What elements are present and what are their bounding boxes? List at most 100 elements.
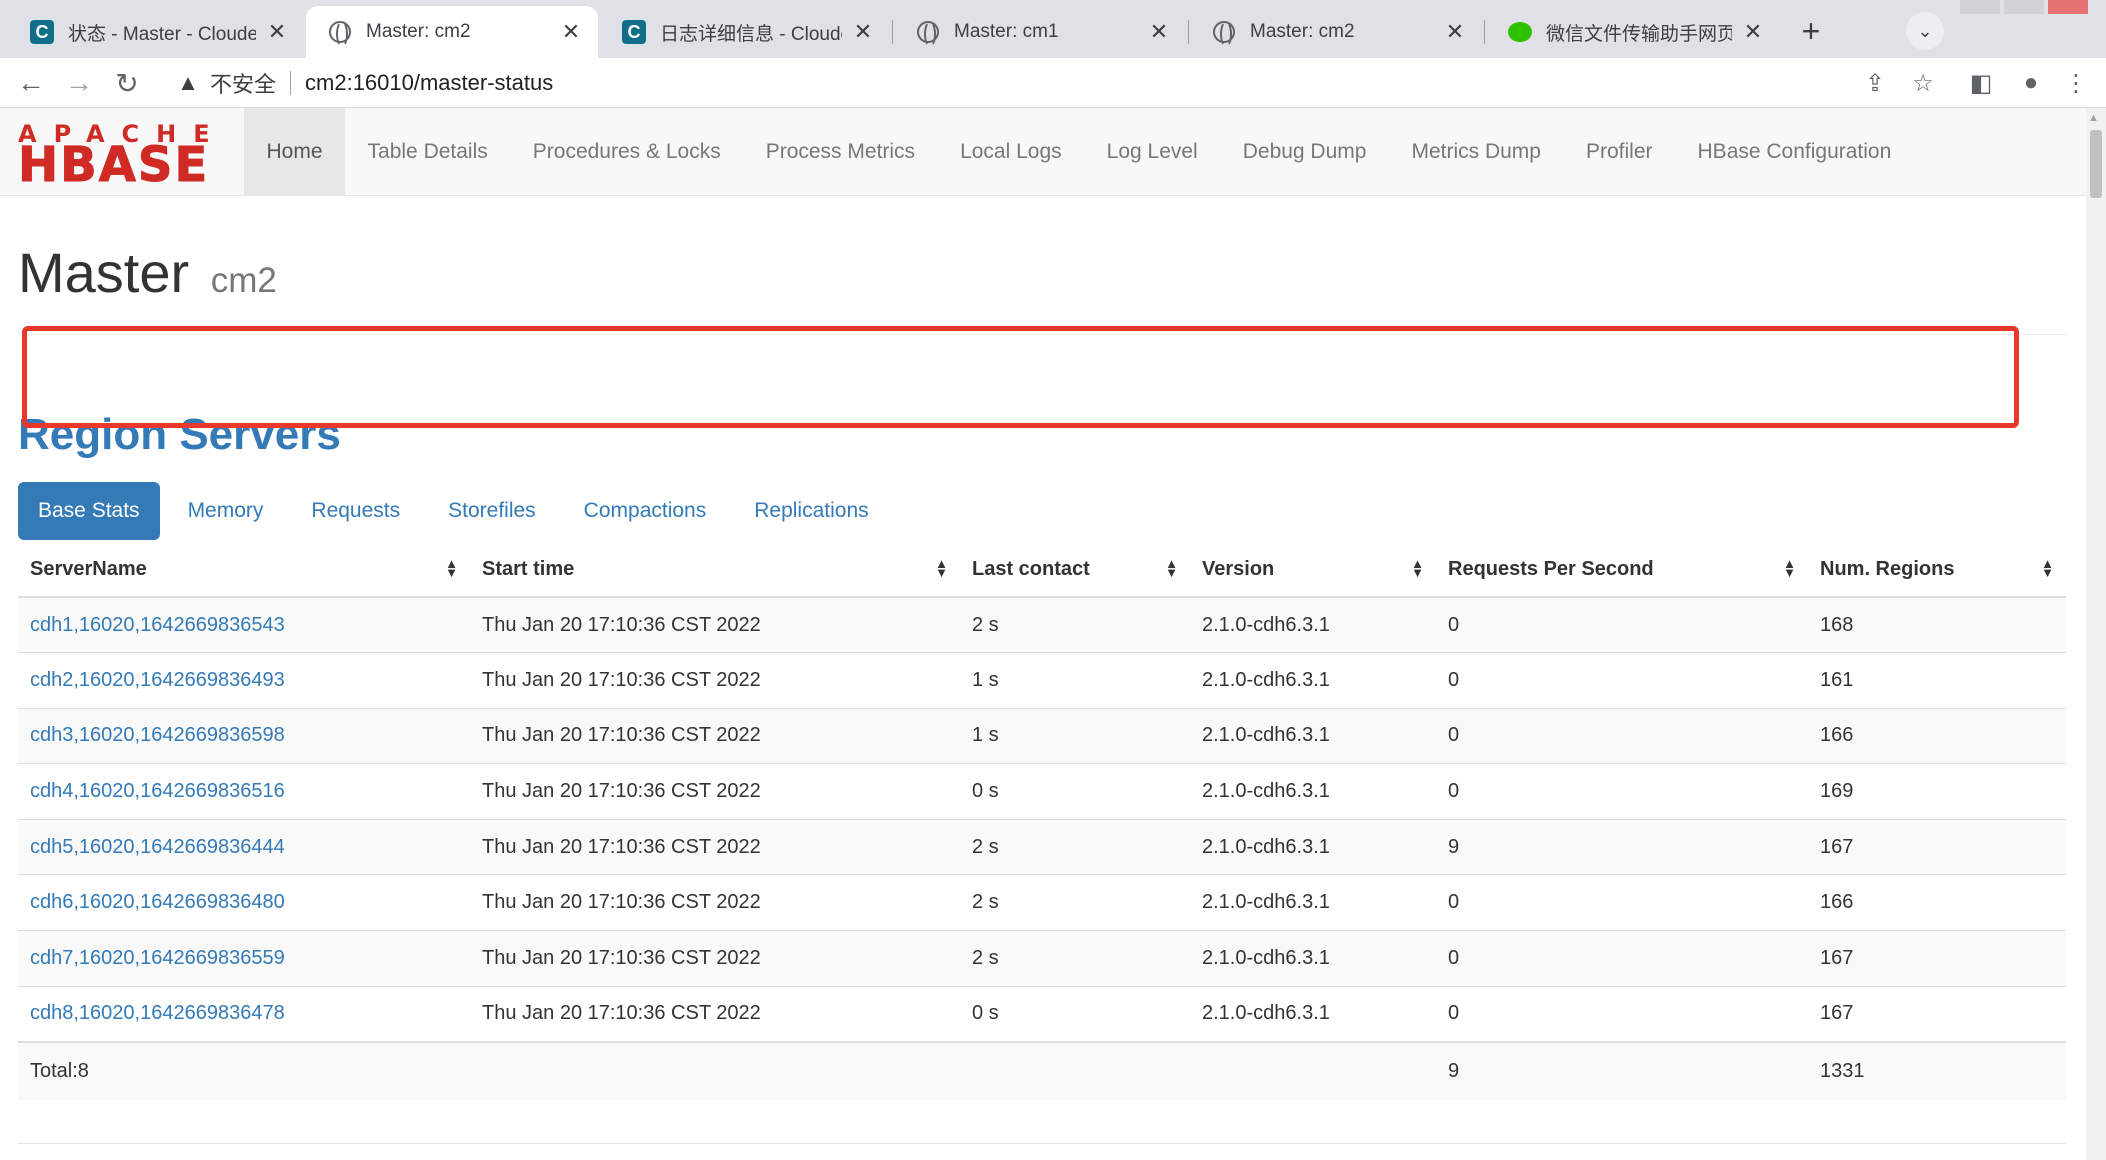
tab-divider xyxy=(892,20,893,44)
warning-triangle-icon[interactable]: ▲ xyxy=(174,69,202,97)
table-row: cdh2,16020,1642669836493 Thu Jan 20 17:1… xyxy=(18,652,2066,709)
nav-table-details[interactable]: Table Details xyxy=(345,108,510,196)
browser-tab[interactable]: C 日志详细信息 - Cloudera ✕ xyxy=(600,6,890,58)
cell-num-regions: 169 xyxy=(1808,763,2066,820)
server-link[interactable]: cdh3,16020,1642669836598 xyxy=(30,724,285,746)
wechat-icon xyxy=(1508,20,1532,44)
sort-icon[interactable]: ▲ ▼ xyxy=(2041,557,2054,579)
nav-profiler[interactable]: Profiler xyxy=(1563,108,1675,196)
close-icon[interactable]: ✕ xyxy=(1442,19,1468,45)
tab-requests[interactable]: Requests xyxy=(291,482,420,540)
nav-debug-dump[interactable]: Debug Dump xyxy=(1220,108,1389,196)
window-close-button[interactable] xyxy=(2048,0,2088,14)
server-link[interactable]: cdh4,16020,1642669836516 xyxy=(30,780,285,802)
browser-tab[interactable]: C 状态 - Master - Cloudera ✕ xyxy=(8,6,304,58)
column-header-last-contact[interactable]: Last contact ▲ ▼ xyxy=(960,542,1190,598)
url-text[interactable]: cm2:16010/master-status xyxy=(305,70,553,96)
tab-title: Master: cm1 xyxy=(954,21,1059,42)
cell-empty xyxy=(1190,1040,1436,1100)
tab-base-stats[interactable]: Base Stats xyxy=(18,482,160,540)
close-icon[interactable]: ✕ xyxy=(264,19,290,45)
cell-num-regions: 167 xyxy=(1808,985,2066,1042)
nav-local-logs[interactable]: Local Logs xyxy=(938,108,1085,196)
nav-hbase-configuration[interactable]: HBase Configuration xyxy=(1675,108,1914,196)
nav-home[interactable]: Home xyxy=(244,108,346,196)
nav-metrics-dump[interactable]: Metrics Dump xyxy=(1389,108,1564,196)
sort-icon[interactable]: ▲ ▼ xyxy=(1165,557,1178,579)
bookmark-star-icon[interactable]: ☆ xyxy=(1908,68,1938,98)
server-link[interactable]: cdh2,16020,1642669836493 xyxy=(30,669,285,691)
window-restore-button[interactable] xyxy=(2004,0,2044,14)
back-arrow-icon[interactable]: ← xyxy=(14,66,48,100)
hbase-logo[interactable]: APACHE HBASE xyxy=(18,122,224,190)
browser-menu-icon[interactable]: ⋮ xyxy=(2064,68,2088,98)
column-header-requests-per-second[interactable]: Requests Per Second ▲ ▼ xyxy=(1436,542,1808,598)
close-icon[interactable]: ✕ xyxy=(1146,19,1172,45)
column-header-version[interactable]: Version ▲ ▼ xyxy=(1190,542,1436,598)
cell-requests-per-second: 0 xyxy=(1436,596,1808,653)
side-panel-icon[interactable]: ◧ xyxy=(1966,68,1996,98)
tab-divider xyxy=(1484,20,1485,44)
page-scrollbar[interactable] xyxy=(2086,108,2106,1160)
close-icon[interactable]: ✕ xyxy=(850,19,876,45)
scroll-up-arrow-icon[interactable]: ▲ xyxy=(2088,112,2099,124)
server-link[interactable]: cdh5,16020,1642669836444 xyxy=(30,836,285,858)
security-status-label[interactable]: 不安全 xyxy=(210,67,276,99)
browser-tab[interactable]: Master: cm1 ✕ xyxy=(894,6,1186,58)
tab-title: Master: cm2 xyxy=(1250,21,1355,42)
cell-num-regions: 167 xyxy=(1808,930,2066,987)
annotation-highlight-box xyxy=(22,326,2019,428)
nav-procedures-locks[interactable]: Procedures & Locks xyxy=(510,108,743,196)
cell-total-label: Total:8 xyxy=(18,1040,470,1100)
column-header-start-time[interactable]: Start time ▲ ▼ xyxy=(470,542,960,598)
column-header-servername[interactable]: ServerName ▲ ▼ xyxy=(18,542,470,598)
tab-memory[interactable]: Memory xyxy=(168,482,284,540)
server-link[interactable]: cdh6,16020,1642669836480 xyxy=(30,891,285,913)
nav-process-metrics[interactable]: Process Metrics xyxy=(743,108,937,196)
cell-last-contact: 0 s xyxy=(960,985,1190,1042)
sort-icon[interactable]: ▲ ▼ xyxy=(1411,557,1424,579)
close-icon[interactable]: ✕ xyxy=(1740,19,1766,45)
tab-search-button[interactable]: ⌄ xyxy=(1906,12,1944,50)
cell-version: 2.1.0-cdh6.3.1 xyxy=(1190,652,1436,709)
browser-tab-active[interactable]: Master: cm2 ✕ xyxy=(306,6,598,58)
reload-icon[interactable]: ↻ xyxy=(110,66,144,100)
nav-log-level[interactable]: Log Level xyxy=(1084,108,1220,196)
tab-compactions[interactable]: Compactions xyxy=(564,482,727,540)
server-link[interactable]: cdh8,16020,1642669836478 xyxy=(30,1002,285,1024)
sort-icon[interactable]: ▲ ▼ xyxy=(445,557,458,579)
table-row: cdh6,16020,1642669836480 Thu Jan 20 17:1… xyxy=(18,874,2066,931)
new-tab-button[interactable]: + xyxy=(1792,12,1830,50)
cell-version: 2.1.0-cdh6.3.1 xyxy=(1190,707,1436,764)
share-icon[interactable]: ⇪ xyxy=(1860,68,1890,98)
table-row: cdh4,16020,1642669836516 Thu Jan 20 17:1… xyxy=(18,763,2066,820)
browser-tab[interactable]: Master: cm2 ✕ xyxy=(1190,6,1482,58)
browser-tab[interactable]: 微信文件传输助手网页版 ✕ xyxy=(1486,6,1780,58)
server-link[interactable]: cdh7,16020,1642669836559 xyxy=(30,947,285,969)
sort-icon[interactable]: ▲ ▼ xyxy=(1783,557,1796,579)
address-bar[interactable]: ▲ 不安全 cm2:16010/master-status xyxy=(160,62,1960,104)
tab-storefiles[interactable]: Storefiles xyxy=(428,482,556,540)
cell-num-regions: 168 xyxy=(1808,596,2066,653)
sort-icon[interactable]: ▲ ▼ xyxy=(935,557,948,579)
cell-last-contact: 0 s xyxy=(960,763,1190,820)
forward-arrow-icon[interactable]: → xyxy=(62,66,96,100)
section-divider xyxy=(18,1143,2066,1144)
cell-last-contact: 2 s xyxy=(960,930,1190,987)
window-minimize-button[interactable] xyxy=(1960,0,2000,14)
cell-servername: cdh3,16020,1642669836598 xyxy=(18,707,470,764)
cell-requests-per-second: 0 xyxy=(1436,930,1808,987)
server-link[interactable]: cdh1,16020,1642669836543 xyxy=(30,614,285,636)
tab-title: 状态 - Master - Cloudera xyxy=(68,23,256,45)
profile-avatar-icon[interactable]: ● xyxy=(2016,68,2046,98)
column-header-num-regions[interactable]: Num. Regions ▲ ▼ xyxy=(1808,542,2066,598)
scrollbar-thumb[interactable] xyxy=(2090,130,2102,198)
tab-replications[interactable]: Replications xyxy=(734,482,888,540)
cell-servername: cdh1,16020,1642669836543 xyxy=(18,596,470,653)
close-icon[interactable]: ✕ xyxy=(558,19,584,45)
cell-num-regions: 166 xyxy=(1808,707,2066,764)
page-host: cm2 xyxy=(210,261,277,300)
cloudera-c-icon: C xyxy=(30,20,54,44)
table-header-row: ServerName ▲ ▼ Start time ▲ ▼ Last contact ▲ ▼… xyxy=(18,542,2066,598)
column-header-label: Last contact xyxy=(972,557,1090,580)
